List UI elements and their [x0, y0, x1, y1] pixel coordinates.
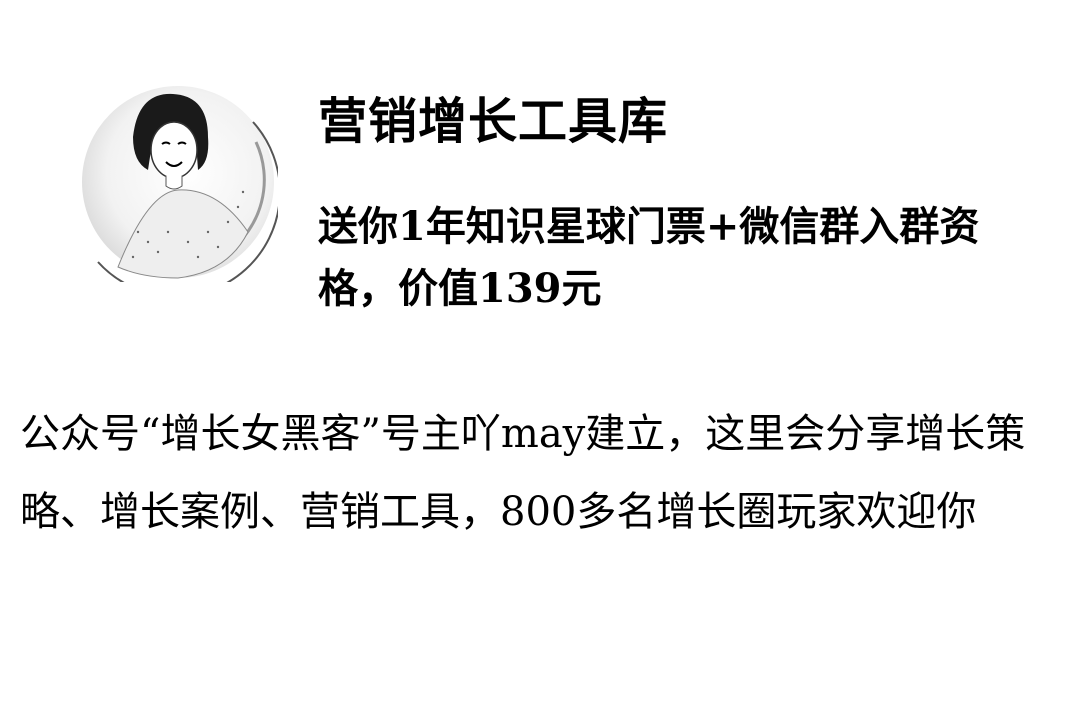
avatar	[78, 82, 281, 298]
page-title: 营销增长工具库	[318, 92, 669, 150]
woman-portrait-icon	[82, 86, 281, 298]
description-text: 公众号“增长女黑客”号主吖may建立，这里会分享增长策略、增长案例、营销工具，8…	[20, 411, 1026, 535]
promo-subtitle: 送你1年知识星球门票+微信群入群资格，价值139元	[318, 203, 980, 312]
